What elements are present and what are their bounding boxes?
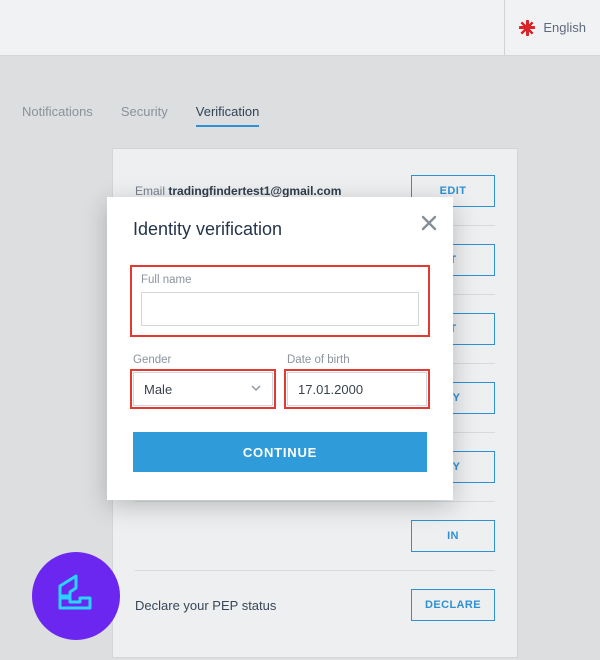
logo-icon (52, 572, 100, 620)
uk-flag-icon (519, 20, 535, 36)
top-bar: English (0, 0, 600, 56)
dob-value: 17.01.2000 (298, 382, 363, 397)
email-line: Email tradingfindertest1@gmail.com (135, 184, 341, 198)
tab-security[interactable]: Security (121, 104, 168, 127)
chevron-down-icon (250, 382, 262, 397)
dob-input[interactable]: 17.01.2000 (287, 372, 427, 406)
close-icon[interactable] (419, 213, 439, 238)
fill-in-button[interactable]: IN (411, 520, 495, 552)
declare-button[interactable]: DECLARE (411, 589, 495, 621)
language-selector[interactable]: English (543, 20, 586, 35)
dob-label: Date of birth (287, 354, 427, 366)
identity-verification-modal: Identity verification Full name Gender M… (107, 197, 453, 500)
email-label: Email (135, 184, 165, 198)
tab-verification[interactable]: Verification (196, 104, 260, 127)
brand-logo (32, 552, 120, 640)
email-value: tradingfindertest1@gmail.com (168, 184, 341, 198)
gender-select[interactable]: Male (133, 372, 273, 406)
gender-value: Male (144, 382, 172, 397)
gender-label: Gender (133, 354, 273, 366)
fullname-input[interactable] (141, 292, 419, 326)
modal-title: Identity verification (133, 219, 427, 240)
tab-notifications[interactable]: Notifications (22, 104, 93, 127)
tabs: Notifications Security Verification (0, 56, 600, 127)
divider (504, 0, 505, 55)
continue-button[interactable]: CONTINUE (133, 432, 427, 472)
pep-label: Declare your PEP status (135, 598, 276, 613)
fullname-label: Full name (141, 274, 419, 286)
